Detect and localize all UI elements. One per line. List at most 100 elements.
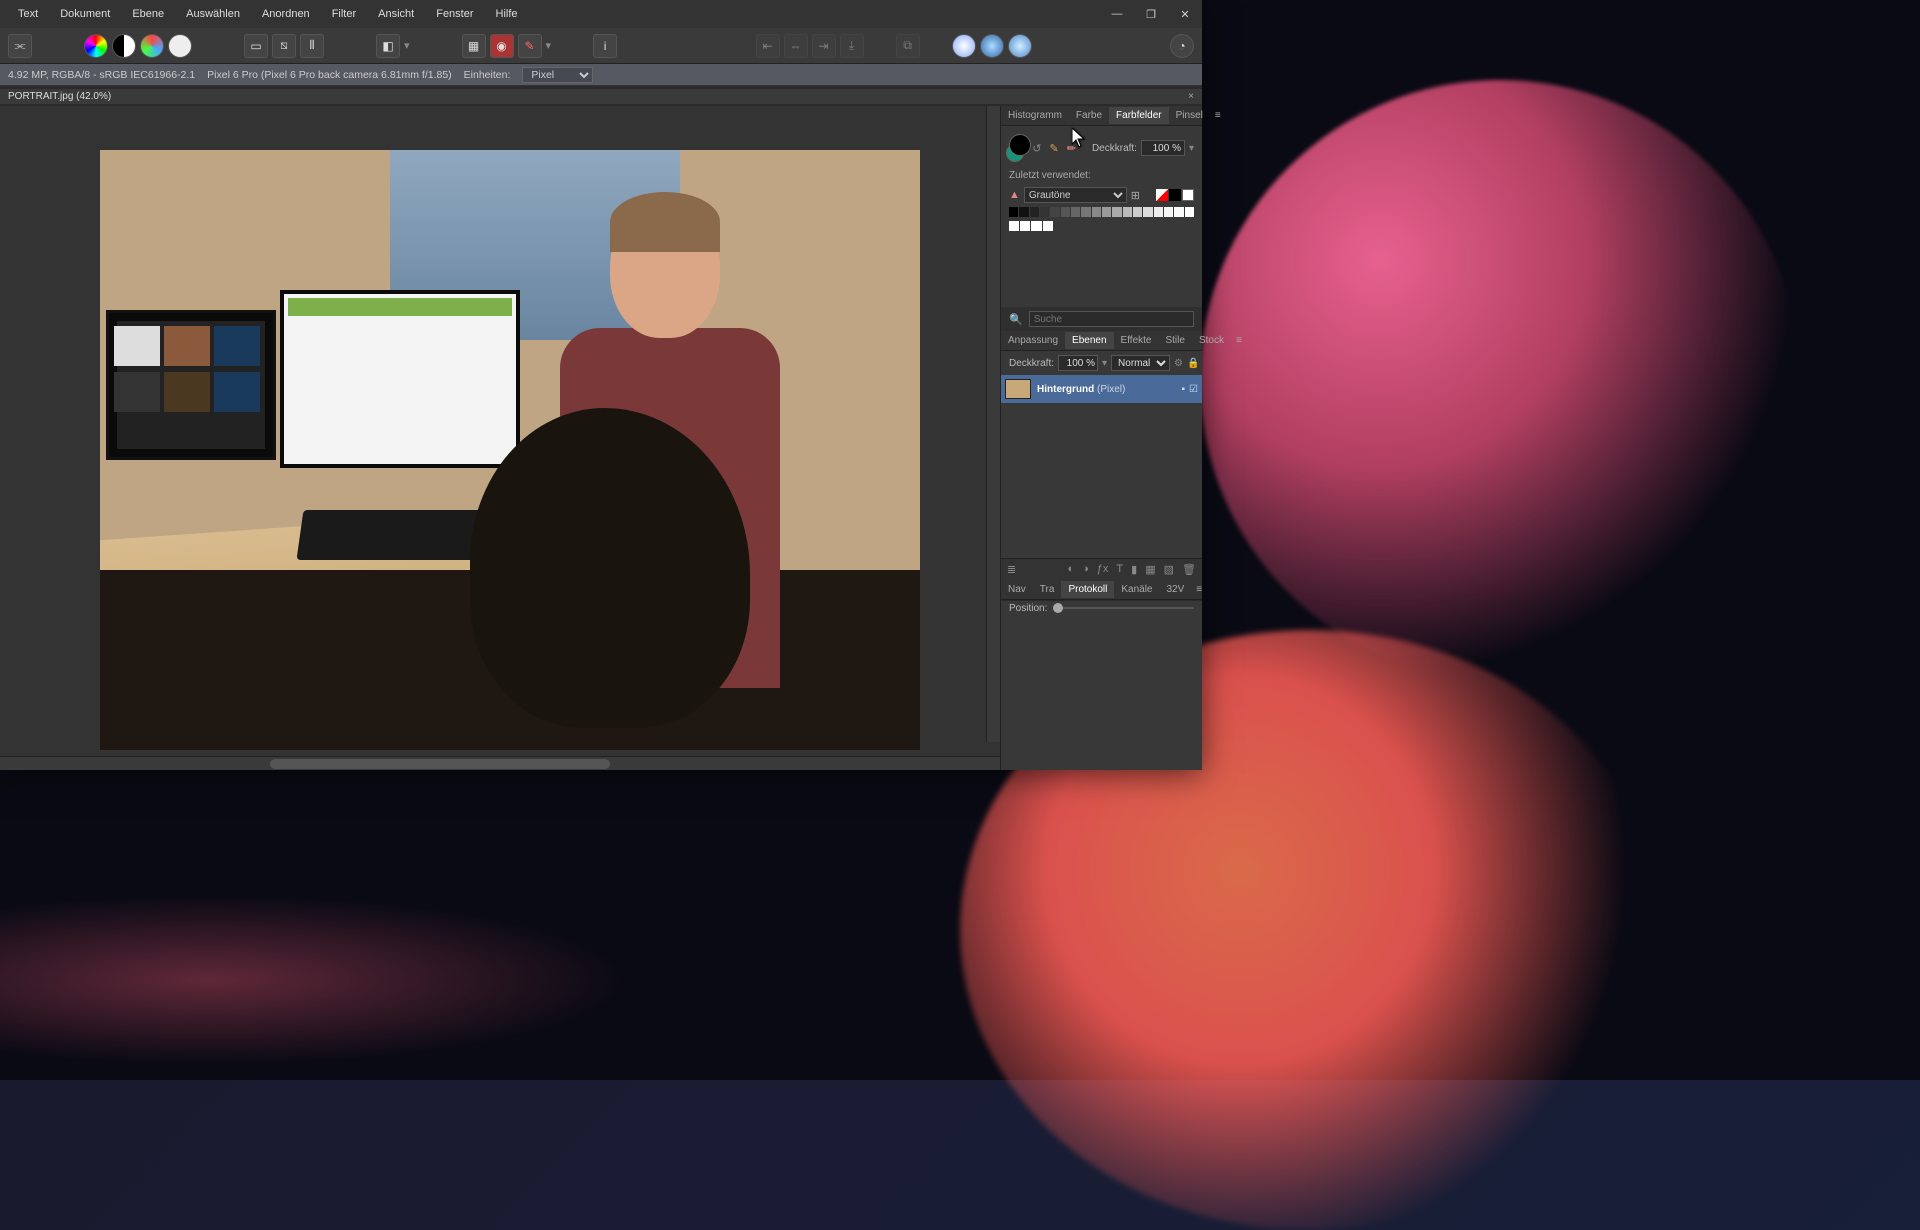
quicklook-icon[interactable]: ◧ (376, 34, 400, 58)
close-window-button[interactable]: ✕ (1168, 0, 1202, 28)
panel-menu-icon[interactable]: ≡ (1210, 110, 1226, 121)
swap-colors-icon[interactable]: ↺ (1032, 142, 1041, 155)
marquee-off-icon[interactable]: ⧅ (272, 34, 296, 58)
swatch[interactable] (1040, 207, 1049, 217)
add-palette-icon[interactable]: ⊞ (1131, 189, 1140, 202)
menu-ebene[interactable]: Ebene (122, 4, 174, 24)
chevron-down-icon[interactable]: ▾ (1189, 143, 1194, 154)
blend-mode-select[interactable]: Normal (1111, 355, 1170, 371)
menu-text[interactable]: Text (8, 4, 48, 24)
tab-farbfelder[interactable]: Farbfelder (1109, 107, 1169, 124)
swatch[interactable] (1164, 207, 1173, 217)
swatch[interactable] (1133, 207, 1142, 217)
horizontal-scrollbar[interactable] (0, 756, 1000, 770)
tab-protokoll[interactable]: Protokoll (1061, 581, 1114, 598)
document-tab[interactable]: PORTRAIT.jpg (42.0%) × (0, 89, 1202, 104)
swatch[interactable] (1102, 207, 1111, 217)
palette-select[interactable]: Grautöne (1024, 187, 1127, 203)
swatch[interactable] (1019, 207, 1028, 217)
align-left-icon[interactable]: ⇤ (756, 34, 780, 58)
align-right-icon[interactable]: ⇥ (812, 34, 836, 58)
vertical-scrollbar[interactable] (986, 106, 1000, 742)
info-icon[interactable]: i (593, 34, 617, 58)
document-canvas[interactable] (100, 150, 920, 750)
tab-farbe[interactable]: Farbe (1069, 107, 1109, 124)
swatch[interactable] (1092, 207, 1101, 217)
marker-icon[interactable]: ✏ (1067, 142, 1076, 155)
link-icon[interactable]: ⧉ (896, 34, 920, 58)
chevron-down-icon[interactable]: ▾ (1102, 358, 1107, 369)
fx-icon[interactable]: ƒx (1097, 563, 1109, 575)
tab-stile[interactable]: Stile (1158, 332, 1191, 349)
sphere-light-icon[interactable] (1008, 34, 1032, 58)
add-layer-icon[interactable]: ▧ (1164, 563, 1174, 576)
tab-pinsel[interactable]: Pinsel (1169, 107, 1210, 124)
tab-32v[interactable]: 32V (1159, 581, 1191, 598)
grid-icon[interactable]: ▦ (462, 34, 486, 58)
menu-filter[interactable]: Filter (322, 4, 366, 24)
white-circle-icon[interactable] (168, 34, 192, 58)
tab-nav[interactable]: Nav (1001, 581, 1033, 598)
share-icon[interactable]: ⫘ (8, 34, 32, 58)
rgb-circle-icon[interactable] (140, 34, 164, 58)
trash-icon[interactable]: 🗑 (1182, 563, 1196, 576)
grid-small-icon[interactable]: ▦ (1145, 563, 1155, 576)
swatch[interactable] (1050, 207, 1059, 217)
tab-histogramm[interactable]: Histogramm (1001, 107, 1069, 124)
history-slider[interactable] (1053, 607, 1194, 609)
opacity-input[interactable] (1141, 140, 1185, 156)
account-icon[interactable]: ◔ (1170, 34, 1194, 58)
tab-tra[interactable]: Tra (1033, 581, 1062, 598)
layer-row-hintergrund[interactable]: Hintergrund (Pixel) ▪ ☑ (1001, 375, 1202, 403)
swatch[interactable] (1043, 221, 1053, 231)
tab-effekte[interactable]: Effekte (1114, 332, 1159, 349)
color-wheel-icon[interactable] (84, 34, 108, 58)
align-center-icon[interactable]: ⇔ (784, 34, 808, 58)
sphere-white-icon[interactable] (952, 34, 976, 58)
search-input[interactable] (1029, 311, 1194, 327)
text-layer-icon[interactable]: T (1116, 563, 1123, 575)
swatch[interactable] (1071, 207, 1080, 217)
swatch[interactable] (1009, 221, 1019, 231)
menu-dokument[interactable]: Dokument (50, 4, 120, 24)
ruler-icon[interactable]: ⦀ (300, 34, 324, 58)
bw-circle-icon[interactable] (112, 34, 136, 58)
panel-menu-icon[interactable]: ≡ (1231, 335, 1247, 346)
visibility-icon[interactable]: ▪ (1181, 384, 1185, 395)
canvas-area[interactable] (0, 106, 1000, 770)
eyedropper-icon[interactable]: ✎ (1050, 142, 1059, 155)
menu-ansicht[interactable]: Ansicht (368, 4, 424, 24)
tab-kanaele[interactable]: Kanäle (1114, 581, 1159, 598)
layers-stack-icon[interactable]: ≣ (1007, 563, 1016, 576)
menu-auswaehlen[interactable]: Auswählen (176, 4, 250, 24)
units-select[interactable]: Pixel (522, 67, 593, 83)
grayscale-swatch-row[interactable] (1009, 221, 1194, 231)
lock-icon[interactable]: 🔒 (1187, 358, 1199, 369)
tab-stock[interactable]: Stock (1192, 332, 1231, 349)
tab-anpassung[interactable]: Anpassung (1001, 332, 1065, 349)
marquee-icon[interactable]: ▭ (244, 34, 268, 58)
foreground-background-color[interactable] (1009, 134, 1024, 162)
chevron-down-icon[interactable]: ▾ (404, 39, 410, 52)
swatch[interactable] (1185, 207, 1194, 217)
swatch[interactable] (1112, 207, 1121, 217)
record-icon[interactable]: ◉ (490, 34, 514, 58)
swatch[interactable] (1154, 207, 1163, 217)
swatch[interactable] (1123, 207, 1132, 217)
swatch[interactable] (1020, 221, 1030, 231)
align-bottom-icon[interactable]: ⤓ (840, 34, 864, 58)
swatch[interactable] (1031, 221, 1041, 231)
panel-menu-icon[interactable]: ≡ (1191, 584, 1207, 595)
checkmark-icon[interactable]: ☑ (1189, 384, 1198, 395)
mask-icon[interactable]: ◐ (1067, 563, 1074, 575)
menu-fenster[interactable]: Fenster (426, 4, 483, 24)
minimize-button[interactable]: — (1100, 0, 1134, 28)
tab-ebenen[interactable]: Ebenen (1065, 332, 1113, 349)
wand-icon[interactable]: ✎ (518, 34, 542, 58)
sphere-blue-icon[interactable] (980, 34, 1004, 58)
chevron-down-icon[interactable]: ▾ (546, 39, 552, 52)
adjust-icon[interactable]: ◑ (1082, 563, 1089, 575)
menu-hilfe[interactable]: Hilfe (486, 4, 528, 24)
maximize-button[interactable]: ❐ (1134, 0, 1168, 28)
close-tab-icon[interactable]: × (1188, 91, 1194, 102)
